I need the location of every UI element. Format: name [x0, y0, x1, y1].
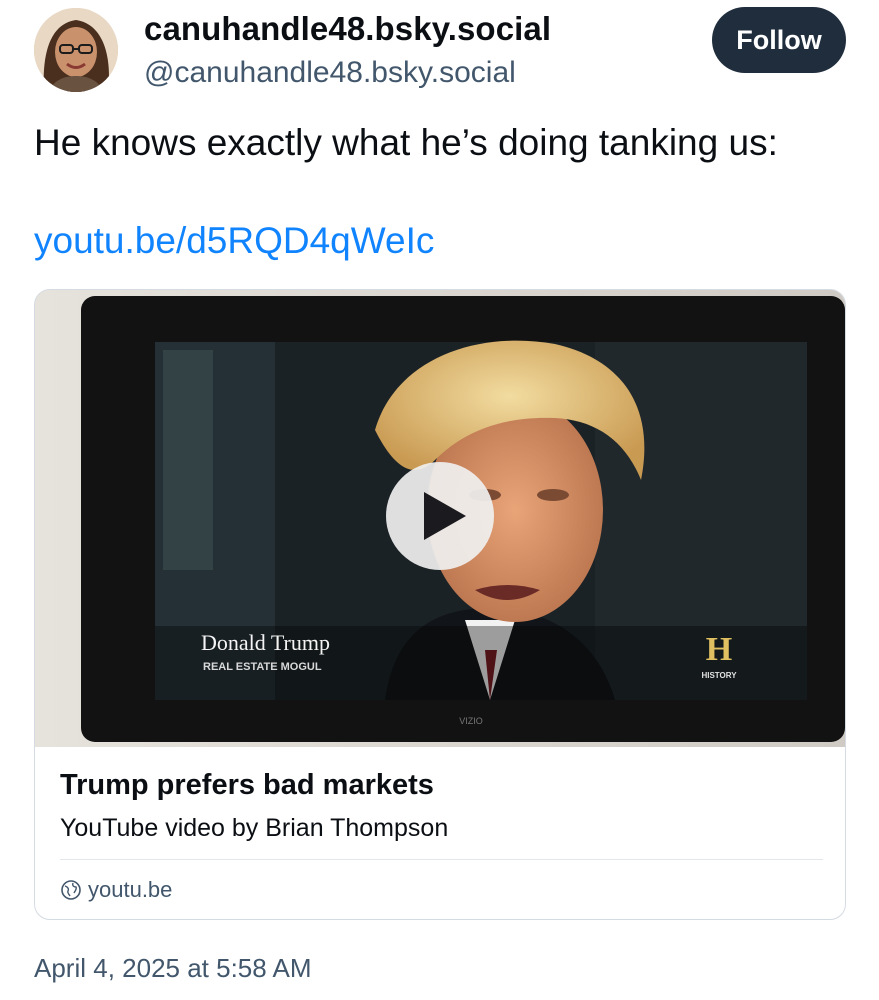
history-logo: H — [706, 631, 732, 668]
lower-third-title: REAL ESTATE MOGUL — [203, 661, 322, 673]
tv-brand: VIZIO — [459, 716, 483, 726]
post-text: He knows exactly what he’s doing tanking… — [34, 122, 778, 163]
history-logo-text: HISTORY — [701, 671, 737, 680]
embed-description: YouTube video by Brian Thompson — [60, 814, 449, 842]
link-embed-card[interactable]: Donald Trump REAL ESTATE MOGUL H HISTORY… — [34, 289, 846, 920]
embed-divider — [60, 859, 823, 860]
avatar[interactable] — [34, 8, 118, 92]
author-handle[interactable]: @canuhandle48.bsky.social — [144, 56, 516, 90]
embed-domain-text: youtu.be — [88, 877, 173, 902]
post-link[interactable]: youtu.be/d5RQD4qWeIc — [34, 220, 434, 262]
follow-button[interactable]: Follow — [712, 7, 846, 73]
author-display-name[interactable]: canuhandle48.bsky.social — [144, 10, 551, 48]
play-icon — [424, 492, 466, 540]
lower-third-name: Donald Trump — [201, 630, 330, 655]
embed-domain: youtu.be — [60, 875, 172, 905]
embed-title: Trump prefers bad markets — [60, 769, 434, 801]
play-button[interactable] — [386, 462, 494, 570]
globe-icon — [61, 880, 81, 900]
post: canuhandle48.bsky.social @canuhandle48.b… — [0, 0, 879, 1000]
avatar-photo — [34, 8, 118, 92]
post-timestamp: April 4, 2025 at 5:58 AM — [34, 953, 312, 983]
video-thumbnail[interactable]: Donald Trump REAL ESTATE MOGUL H HISTORY… — [35, 290, 845, 747]
